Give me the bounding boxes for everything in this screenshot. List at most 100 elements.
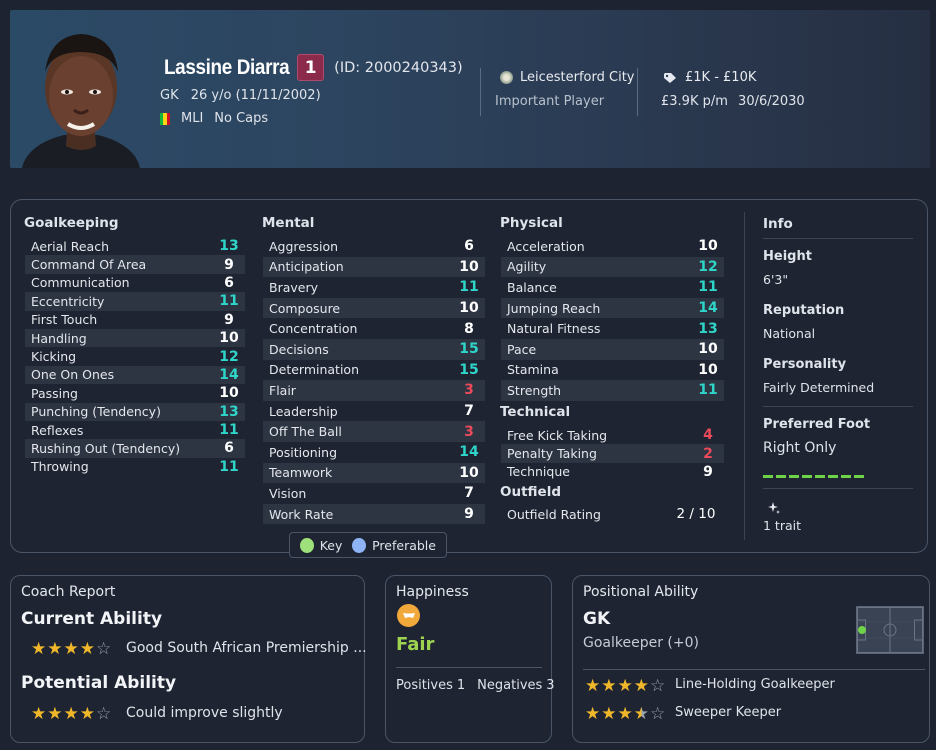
coach-report-card[interactable]: Coach Report Current Ability ★ ★ ★ ★ ☆ Good … (10, 575, 367, 743)
star-icon: ☆ (96, 639, 112, 659)
attribute-row[interactable]: Agility 12 (501, 256, 724, 278)
attribute-value: 9 (224, 256, 234, 273)
attribute-row[interactable]: Work Rate 9 (263, 503, 485, 525)
attribute-row[interactable]: Aggression 6 (263, 236, 485, 257)
attribute-value: 14 (698, 300, 718, 317)
attribute-row[interactable]: Throwing 11 (25, 458, 245, 476)
attribute-value: 11 (219, 293, 239, 310)
attribute-name: Stamina (507, 362, 559, 378)
positional-divider (583, 669, 925, 670)
attribute-row[interactable]: Stamina 10 (501, 360, 724, 381)
attribute-value: 10 (698, 361, 718, 378)
role-stars: ★ ★ ★ ★ ☆ (585, 704, 665, 724)
attribute-row[interactable]: Composure 10 (263, 297, 485, 319)
preferable-dot-icon (352, 537, 367, 553)
attribute-row[interactable]: Flair 3 (263, 380, 485, 401)
current-ability-label: Current Ability (21, 609, 163, 629)
attribute-row[interactable]: Eccentricity 11 (25, 292, 245, 311)
attributes-panel: Goalkeeping Aerial Reach 13 Command Of Are… (10, 199, 928, 553)
attribute-row[interactable]: Anticipation 10 (263, 256, 485, 278)
attribute-row[interactable]: Natural Fitness 13 (501, 318, 724, 339)
attribute-row[interactable]: Bravery 11 (263, 277, 485, 298)
key-label: Key (319, 537, 343, 553)
attribute-value: 7 (464, 485, 474, 502)
outfield-title: Outfield (500, 484, 561, 500)
attribute-row[interactable]: Command Of Area 9 (25, 255, 245, 274)
player-nation[interactable]: MLI (181, 111, 203, 126)
star-icon: ★ (617, 676, 633, 696)
attribute-name: Penalty Taking (507, 446, 597, 462)
attribute-value: 4 (703, 427, 713, 444)
attribute-row[interactable]: Passing 10 (25, 384, 245, 402)
attribute-row[interactable]: Acceleration 10 (501, 236, 724, 257)
player-caps: No Caps (214, 111, 269, 126)
attribute-row[interactable]: First Touch 9 (25, 311, 245, 329)
technical-list: Free Kick Taking 4 Penalty Taking 2 Techniqu… (501, 426, 724, 481)
attribute-value: 2 / 10 (676, 506, 716, 523)
technical-title: Technical (500, 404, 571, 420)
attribute-row[interactable]: Teamwork 10 (263, 462, 485, 484)
attribute-value: 9 (224, 311, 234, 328)
wage-row: £3.9K p/m 30/6/2030 (661, 94, 811, 109)
wage: £3.9K p/m (661, 94, 728, 109)
player-position: GK (160, 88, 179, 103)
height-label: Height (763, 249, 812, 264)
attribute-row[interactable]: Communication 6 (25, 274, 245, 292)
attribute-name: Flair (269, 382, 296, 398)
attribute-row[interactable]: Concentration 8 (263, 318, 485, 339)
attribute-row[interactable]: Strength 11 (501, 380, 724, 401)
happiness-card[interactable]: Happiness Fair Positives 1 Negatives 3 (385, 575, 555, 743)
attribute-name: Anticipation (269, 259, 344, 275)
attribute-row[interactable]: Reflexes 11 (25, 421, 245, 439)
attribute-row[interactable]: Determination 15 (263, 360, 485, 381)
role-name[interactable]: Sweeper Keeper (675, 705, 781, 720)
attribute-value: 13 (219, 238, 239, 255)
attribute-row[interactable]: Rushing Out (Tendency) 6 (25, 439, 245, 458)
goalkeeping-title: Goalkeeping (24, 215, 119, 231)
header-divider (637, 68, 638, 116)
attribute-row[interactable]: Technique 9 (501, 463, 724, 481)
attribute-value: 10 (459, 300, 479, 317)
personality-label[interactable]: Personality (763, 357, 846, 372)
attribute-row[interactable]: Balance 11 (501, 277, 724, 298)
attribute-name: Punching (Tendency) (31, 404, 161, 420)
attribute-row[interactable]: Decisions 15 (263, 338, 485, 360)
attribute-row[interactable]: Pace 10 (501, 338, 724, 360)
happiness-face-icon (397, 604, 420, 627)
attribute-value: 11 (219, 458, 239, 475)
attribute-row[interactable]: Handling 10 (25, 328, 245, 348)
player-portrait (22, 22, 140, 168)
attribute-row[interactable]: Off The Ball 3 (263, 421, 485, 442)
attribute-name: First Touch (31, 312, 98, 328)
star-icon: ★ (63, 639, 79, 659)
attribute-row[interactable]: Positioning 14 (263, 442, 485, 463)
sparkle-icon (768, 502, 780, 514)
attribute-row[interactable]: Penalty Taking 2 (501, 444, 724, 463)
positional-ability-card[interactable]: Positional Ability GK Goalkeeper (+0) ★ ★… (572, 575, 930, 743)
preferred-foot-value: Right Only (763, 440, 837, 456)
info-divider (763, 238, 913, 239)
attribute-row[interactable]: Outfield Rating 2 / 10 (501, 505, 724, 523)
club-crest-icon (500, 71, 513, 84)
negatives-count: 3 (546, 678, 555, 693)
attribute-row[interactable]: Aerial Reach 13 (25, 237, 245, 255)
role-name[interactable]: Line-Holding Goalkeeper (675, 677, 835, 692)
attribute-row[interactable]: Kicking 12 (25, 347, 245, 365)
attribute-row[interactable]: One On Ones 14 (25, 365, 245, 385)
traits-count[interactable]: 1 trait (763, 518, 801, 533)
star-icon: ★ (585, 704, 601, 724)
attribute-name: Jumping Reach (507, 300, 601, 316)
attribute-row[interactable]: Leadership 7 (263, 401, 485, 422)
club-name[interactable]: Leicesterford City (520, 70, 635, 85)
attribute-name: Pace (507, 341, 537, 357)
attribute-name: Vision (269, 485, 307, 501)
star-icon: ★ (585, 676, 601, 696)
attribute-row[interactable]: Free Kick Taking 4 (501, 426, 724, 444)
preferred-foot-label: Preferred Foot (763, 417, 871, 432)
attribute-row[interactable]: Punching (Tendency) 13 (25, 402, 245, 421)
attribute-value: 11 (459, 279, 479, 296)
height-value: 6'3" (763, 272, 789, 287)
attribute-row[interactable]: Vision 7 (263, 483, 485, 504)
attribute-legend: Key Preferable (289, 532, 447, 558)
attribute-row[interactable]: Jumping Reach 14 (501, 297, 724, 319)
